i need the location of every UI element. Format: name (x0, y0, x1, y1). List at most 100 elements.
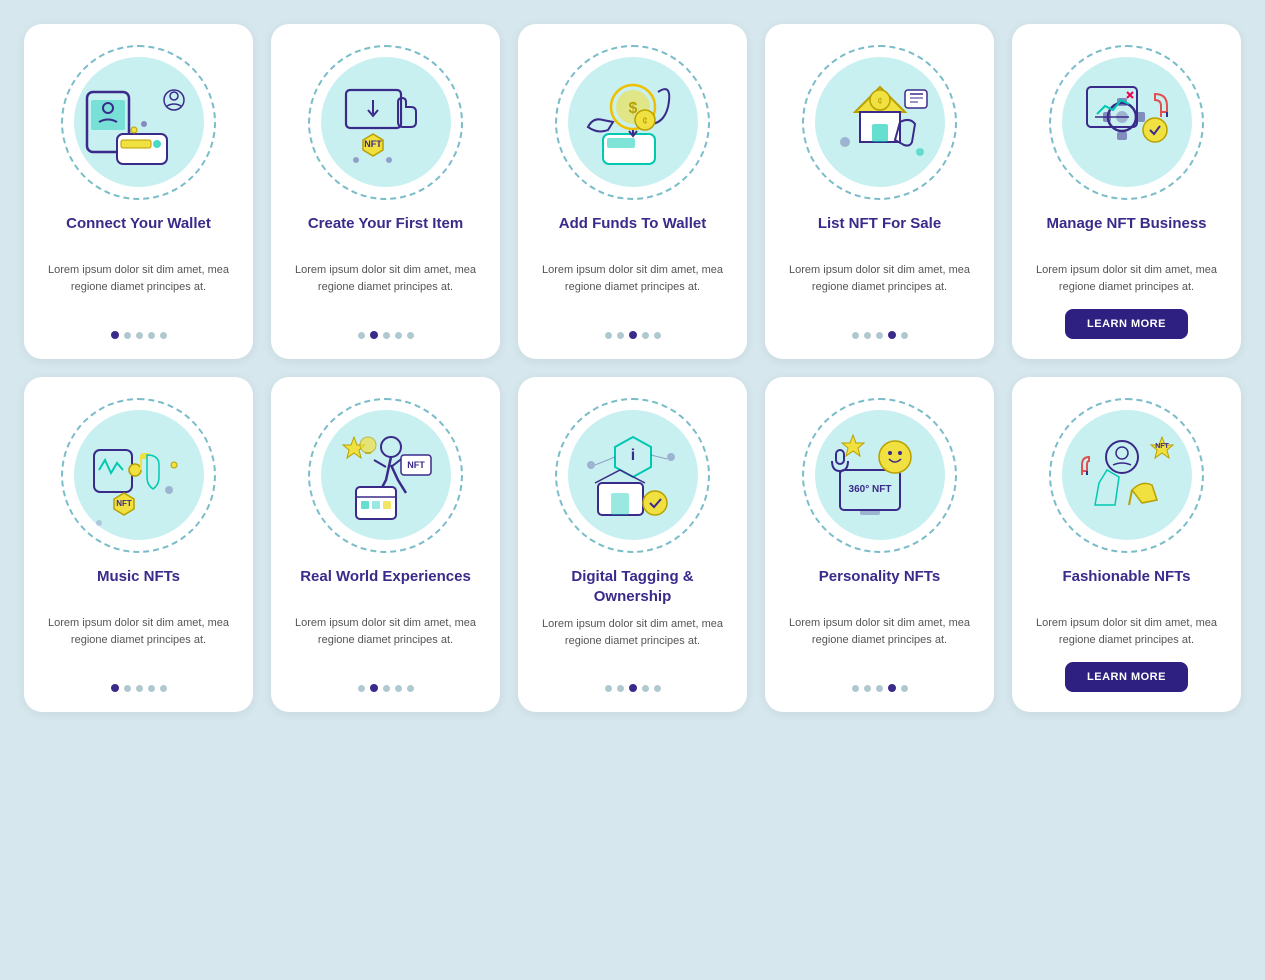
icon-area-fashionable-nfts: NFT (1047, 395, 1207, 555)
dot-4 (642, 332, 649, 339)
card-body: Lorem ipsum dolor sit dim amet, mea regi… (781, 262, 978, 317)
fashionable-nfts-icon: NFT (1067, 415, 1187, 535)
learn-more-button-2[interactable]: LEARN MORE (1065, 662, 1188, 692)
card-title: Real World Experiences (300, 567, 471, 605)
dot-1 (358, 332, 365, 339)
icon-area-create-first-item: NFT (306, 42, 466, 202)
dots-indicator (111, 684, 167, 692)
dot-3 (383, 332, 390, 339)
create-first-item-icon: NFT (326, 62, 446, 182)
dot-5 (160, 332, 167, 339)
card-personality-nfts: 360° NFT Personality NFTs Lorem ipsum do… (765, 377, 994, 712)
dot-3 (383, 685, 390, 692)
card-title: Create Your First Item (308, 214, 463, 252)
dots-indicator (605, 331, 661, 339)
dot-4 (642, 685, 649, 692)
card-body: Lorem ipsum dolor sit dim amet, mea regi… (1028, 262, 1225, 295)
card-title: Connect Your Wallet (66, 214, 211, 252)
dot-1 (852, 332, 859, 339)
dot-5 (901, 685, 908, 692)
dot-4 (888, 331, 896, 339)
dot-2 (864, 685, 871, 692)
card-music-nfts: NFT Music NFTs Lorem ipsum dolor sit dim… (24, 377, 253, 712)
dot-3 (876, 332, 883, 339)
learn-more-button-1[interactable]: LEARN MORE (1065, 309, 1188, 339)
dot-3 (876, 685, 883, 692)
dot-5 (407, 685, 414, 692)
dot-4 (395, 685, 402, 692)
dot-1 (111, 684, 119, 692)
card-title: Add Funds To Wallet (559, 214, 706, 252)
icon-area-music-nfts: NFT (59, 395, 219, 555)
dot-1 (358, 685, 365, 692)
dots-indicator (852, 684, 908, 692)
card-body: Lorem ipsum dolor sit dim amet, mea regi… (781, 615, 978, 670)
dot-4 (888, 684, 896, 692)
list-nft-icon: ¢ (820, 62, 940, 182)
card-title: Fashionable NFTs (1062, 567, 1190, 605)
card-real-world: NFT Real World Experiences Lorem ipsum d… (271, 377, 500, 712)
card-body: Lorem ipsum dolor sit dim amet, mea regi… (40, 615, 237, 670)
dot-2 (370, 684, 378, 692)
svg-text:NFT: NFT (407, 460, 425, 470)
svg-text:¢: ¢ (877, 96, 882, 106)
dots-indicator (111, 331, 167, 339)
icon-area-list-nft: ¢ (800, 42, 960, 202)
card-list-nft: ¢ List NFT For Sale Lorem ipsum dolor si… (765, 24, 994, 359)
music-nfts-icon: NFT (79, 415, 199, 535)
dot-5 (654, 332, 661, 339)
icon-area-manage-nft (1047, 42, 1207, 202)
dot-5 (901, 332, 908, 339)
dot-1 (111, 331, 119, 339)
svg-text:NFT: NFT (364, 139, 382, 149)
dot-1 (605, 685, 612, 692)
card-connect-wallet: Connect Your Wallet Lorem ipsum dolor si… (24, 24, 253, 359)
card-body: Lorem ipsum dolor sit dim amet, mea regi… (287, 615, 484, 670)
card-manage-nft: Manage NFT Business Lorem ipsum dolor si… (1012, 24, 1241, 359)
dot-3 (629, 684, 637, 692)
dot-3 (136, 332, 143, 339)
dot-2 (617, 332, 624, 339)
svg-text:NFT: NFT (116, 499, 132, 508)
dot-2 (864, 332, 871, 339)
manage-nft-icon (1067, 62, 1187, 182)
digital-tagging-icon: i (573, 415, 693, 535)
dots-indicator (605, 684, 661, 692)
dot-2 (370, 331, 378, 339)
dots-indicator (358, 684, 414, 692)
svg-text:NFT: NFT (1155, 443, 1169, 450)
card-title: Personality NFTs (819, 567, 940, 605)
card-body: Lorem ipsum dolor sit dim amet, mea regi… (40, 262, 237, 317)
dot-5 (407, 332, 414, 339)
dots-indicator (852, 331, 908, 339)
add-funds-icon: $ ¢ (573, 62, 693, 182)
dot-2 (124, 685, 131, 692)
dot-4 (148, 685, 155, 692)
card-create-first-item: NFT Create Your First Item Lorem ipsum d… (271, 24, 500, 359)
svg-text:360° NFT: 360° NFT (848, 484, 891, 495)
card-body: Lorem ipsum dolor sit dim amet, mea regi… (1028, 615, 1225, 648)
connect-wallet-icon (79, 62, 199, 182)
card-add-funds: $ ¢ Add Funds To Wallet Lorem ipsum dolo… (518, 24, 747, 359)
dot-4 (148, 332, 155, 339)
icon-area-connect-wallet (59, 42, 219, 202)
dot-5 (160, 685, 167, 692)
personality-nfts-icon: 360° NFT (820, 415, 940, 535)
dot-2 (124, 332, 131, 339)
dot-2 (617, 685, 624, 692)
card-body: Lorem ipsum dolor sit dim amet, mea regi… (534, 262, 731, 317)
dot-1 (605, 332, 612, 339)
card-title: Digital Tagging & Ownership (534, 567, 731, 606)
dot-4 (395, 332, 402, 339)
svg-text:i: i (630, 447, 634, 464)
dot-3 (136, 685, 143, 692)
svg-text:¢: ¢ (642, 116, 648, 127)
real-world-icon: NFT (326, 415, 446, 535)
icon-area-personality-nfts: 360° NFT (800, 395, 960, 555)
icon-area-add-funds: $ ¢ (553, 42, 713, 202)
card-title: List NFT For Sale (818, 214, 941, 252)
icon-area-real-world: NFT (306, 395, 466, 555)
card-title: Music NFTs (97, 567, 180, 605)
icon-area-digital-tagging: i (553, 395, 713, 555)
card-body: Lorem ipsum dolor sit dim amet, mea regi… (534, 616, 731, 670)
